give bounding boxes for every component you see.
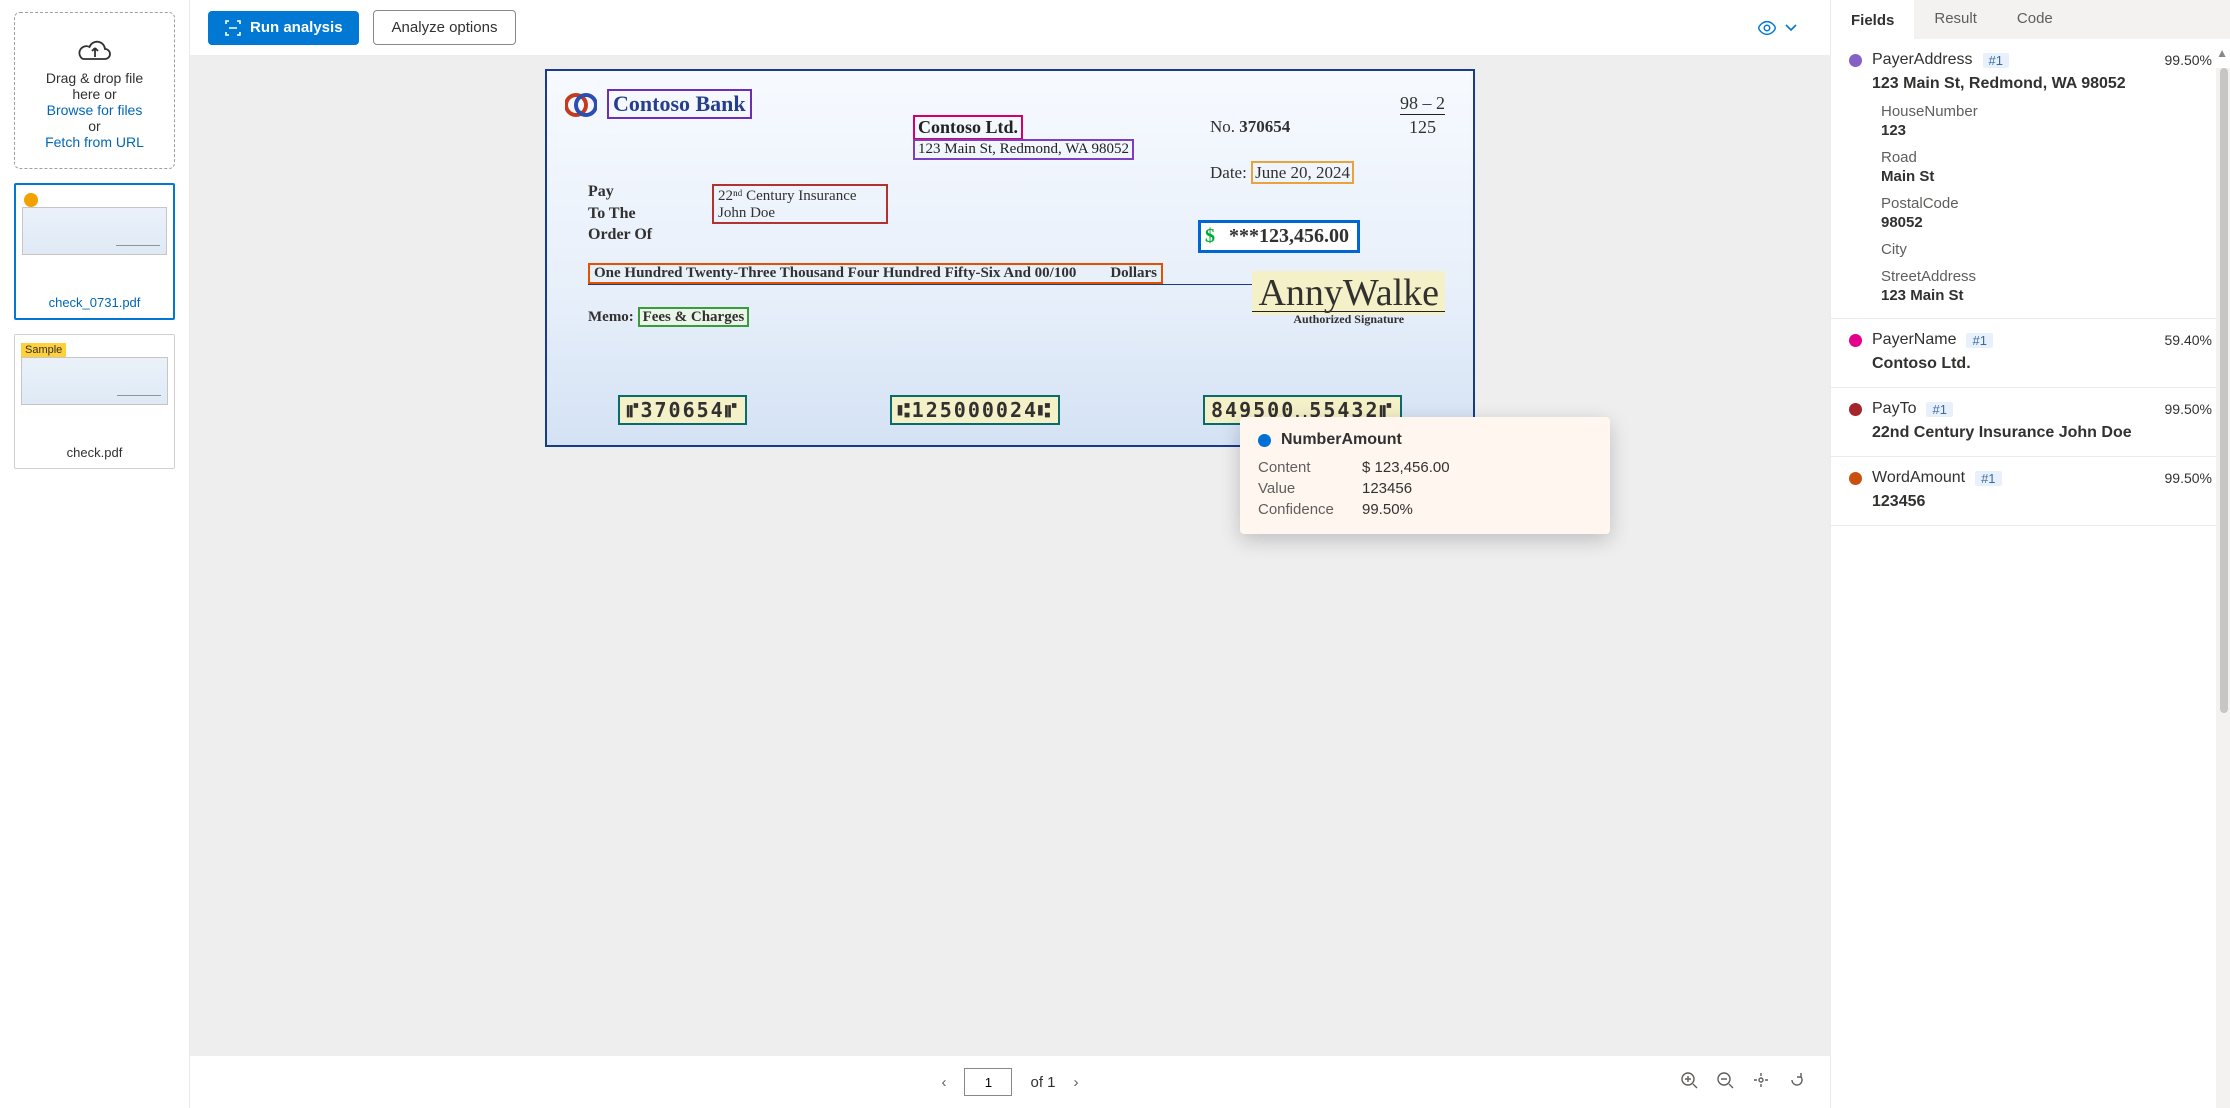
drop-text-2: here or	[21, 86, 168, 102]
fetch-url-link[interactable]: Fetch from URL	[45, 134, 144, 150]
tab-result[interactable]: Result	[1914, 0, 1997, 39]
toolbar: Run analysis Analyze options	[190, 0, 1830, 55]
subfield-value: 123 Main St	[1881, 287, 2212, 304]
check-image: Contoso Bank Contoso Ltd. 123 Main St, R…	[545, 69, 1475, 447]
chevron-down-icon	[1784, 21, 1798, 35]
tab-code[interactable]: Code	[1997, 0, 2073, 39]
page-input[interactable]	[964, 1068, 1012, 1096]
prev-page-button[interactable]: ‹	[941, 1074, 946, 1091]
subfield-value: 98052	[1881, 214, 2212, 231]
field-dot-icon	[1849, 472, 1862, 485]
rotate-icon	[1788, 1071, 1806, 1089]
fit-icon	[1752, 1071, 1770, 1089]
check-date: Date: June 20, 2024	[1210, 163, 1354, 183]
field-card[interactable]: WordAmount #1 99.50%123456	[1831, 457, 2230, 526]
fields-list[interactable]: PayerAddress#199.50%123 Main St, Redmond…	[1831, 39, 2230, 1108]
rotate-button[interactable]	[1788, 1071, 1806, 1093]
thumbnail-check-0731[interactable]: check_0731.pdf	[14, 183, 175, 320]
field-name: PayerName	[1872, 331, 1956, 349]
canvas-footer: ‹ of 1 ›	[190, 1056, 1830, 1108]
number-amount-field[interactable]: $***123,456.00	[1198, 220, 1360, 253]
field-badge: #1	[1975, 471, 2001, 486]
payer-name-field: Contoso Ltd.	[913, 115, 1023, 140]
drop-or: or	[21, 118, 168, 134]
field-confidence: 99.50%	[2165, 470, 2212, 486]
field-dot-icon	[1849, 403, 1862, 416]
field-badge: #1	[1926, 402, 1952, 417]
zoom-in-button[interactable]	[1680, 1071, 1698, 1093]
field-tooltip: NumberAmount Content$ 123,456.00 Value12…	[1240, 417, 1610, 534]
document-canvas[interactable]: Contoso Bank Contoso Ltd. 123 Main St, R…	[190, 55, 1830, 1056]
main-area: Run analysis Analyze options Contoso Ban…	[190, 0, 1830, 1108]
routing-fraction: 98 – 2 125	[1400, 93, 1445, 138]
field-dot-icon	[1849, 54, 1862, 67]
subfield-key: City	[1881, 241, 2212, 258]
drop-text-1: Drag & drop file	[21, 70, 168, 86]
subfield-key: StreetAddress	[1881, 268, 2212, 285]
analyze-options-button[interactable]: Analyze options	[373, 10, 517, 45]
word-amount-field: One Hundred Twenty-Three Thousand Four H…	[588, 263, 1163, 284]
scroll-up-icon[interactable]: ▲	[2216, 46, 2228, 60]
tab-fields[interactable]: Fields	[1831, 0, 1914, 39]
field-confidence: 99.50%	[2165, 52, 2212, 68]
field-card[interactable]: PayerAddress #1 99.50%123 Main St, Redmond…	[1831, 39, 2230, 319]
bank-logo-icon	[565, 89, 597, 121]
field-value: 22nd Century Insurance John Doe	[1849, 418, 2212, 442]
field-card[interactable]: PayTo #1 99.50%22nd Century Insurance John…	[1831, 388, 2230, 457]
field-confidence: 59.40%	[2165, 332, 2212, 348]
field-badge: #1	[1966, 333, 1992, 348]
visibility-toggle[interactable]	[1756, 17, 1812, 39]
eye-icon	[1756, 17, 1778, 39]
subfield-value: Main St	[1881, 168, 2212, 185]
field-confidence: 99.50%	[2165, 401, 2212, 417]
scrollbar[interactable]	[2216, 68, 2230, 1108]
subfield-key: HouseNumber	[1881, 103, 2212, 120]
zoom-out-button[interactable]	[1716, 1071, 1734, 1093]
results-panel: Fields Result Code ▲ PayerAddress #1 99.50…	[1830, 0, 2230, 1108]
field-value: 123 Main St, Redmond, WA 98052	[1849, 69, 2212, 93]
field-value: Contoso Ltd.	[1849, 349, 2212, 373]
field-card[interactable]: PayerName #1 59.40%Contoso Ltd.	[1831, 319, 2230, 388]
scan-icon	[224, 19, 242, 37]
subfield-value: 123	[1881, 122, 2212, 139]
thumbnail-check-sample[interactable]: Sample check.pdf	[14, 334, 175, 469]
tooltip-title: NumberAmount	[1281, 431, 1402, 449]
subfield-key: PostalCode	[1881, 195, 2212, 212]
field-name: PayTo	[1872, 400, 1916, 418]
next-page-button[interactable]: ›	[1074, 1074, 1079, 1091]
field-name: PayerAddress	[1872, 51, 1973, 69]
field-dot-icon	[1849, 334, 1862, 347]
fit-button[interactable]	[1752, 1071, 1770, 1093]
payto-label: PayTo TheOrder Of	[588, 181, 652, 246]
bank-name-field: Contoso Bank	[607, 89, 752, 119]
thumbnail-name: check_0731.pdf	[16, 289, 173, 318]
check-number: No. 370654	[1210, 117, 1290, 137]
status-dot-icon	[24, 193, 38, 207]
payto-field: 22ⁿᵈ Century InsuranceJohn Doe	[712, 184, 888, 224]
field-value: 123456	[1849, 487, 2212, 511]
payer-address-field: 123 Main St, Redmond, WA 98052	[913, 139, 1134, 160]
file-sidebar: Drag & drop file here or Browse for file…	[0, 0, 190, 1108]
dropzone[interactable]: Drag & drop file here or Browse for file…	[14, 12, 175, 169]
field-name: WordAmount	[1872, 469, 1965, 487]
run-analysis-button[interactable]: Run analysis	[208, 11, 359, 45]
tooltip-dot-icon	[1258, 434, 1271, 447]
memo-field: Memo: Fees & Charges	[588, 309, 749, 326]
signature-field: AnnyWalke Authorized Signature	[1252, 271, 1445, 327]
cloud-upload-icon	[75, 31, 115, 61]
thumbnail-name: check.pdf	[15, 439, 174, 468]
panel-tabs: Fields Result Code	[1831, 0, 2230, 39]
zoom-in-icon	[1680, 1071, 1698, 1089]
page-of-label: of 1	[1030, 1074, 1055, 1091]
sample-badge: Sample	[21, 343, 66, 357]
browse-link[interactable]: Browse for files	[47, 102, 143, 118]
subfield-key: Road	[1881, 149, 2212, 166]
field-badge: #1	[1983, 53, 2009, 68]
zoom-out-icon	[1716, 1071, 1734, 1089]
